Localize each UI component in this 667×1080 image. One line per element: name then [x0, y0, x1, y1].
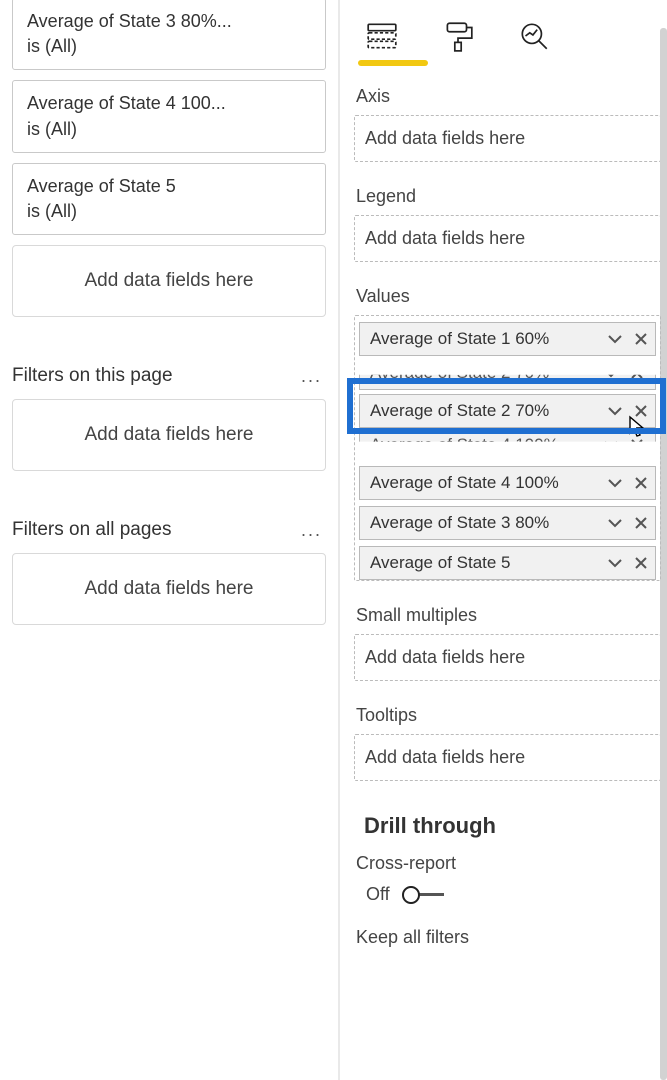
fields-icon	[365, 19, 399, 53]
legend-dropzone[interactable]: Add data fields here	[354, 215, 661, 262]
chevron-down-icon[interactable]	[607, 331, 623, 347]
scrollbar[interactable]	[660, 28, 667, 1080]
value-pill[interactable]: Average of State 1 60%	[359, 322, 656, 356]
value-pill-dragging[interactable]: Average of State 2 70%	[359, 394, 656, 428]
page-filters-header: Filters on this page ...	[12, 365, 326, 387]
cross-report-label: Cross-report	[356, 853, 661, 874]
visual-filter-dropzone[interactable]: Add data fields here	[12, 245, 326, 317]
legend-label: Legend	[356, 186, 661, 207]
viz-tab-strip	[354, 0, 661, 62]
filter-card-condition: is (All)	[27, 117, 311, 142]
filter-card[interactable]: Average of State 3 80%... is (All)	[12, 0, 326, 70]
cross-report-toggle[interactable]	[402, 886, 444, 904]
value-pill[interactable]: Average of State 3 80%	[359, 506, 656, 540]
chevron-down-icon[interactable]	[607, 403, 623, 419]
value-pill-label: Average of State 2 70%	[370, 401, 603, 421]
value-pill-ghost: Average of State 4 100%	[359, 428, 656, 462]
all-pages-filters-header: Filters on all pages ...	[12, 519, 326, 541]
keep-all-filters-label: Keep all filters	[356, 927, 661, 948]
filter-card-title: Average of State 3 80%...	[27, 9, 311, 34]
close-icon[interactable]	[633, 515, 649, 531]
value-pill-label: Average of State 4 100%	[370, 473, 603, 493]
filter-card-title: Average of State 4 100...	[27, 91, 311, 116]
values-well[interactable]: Average of State 1 60% Average of State …	[354, 315, 661, 581]
toggle-state-label: Off	[366, 884, 390, 905]
close-icon[interactable]	[633, 475, 649, 491]
more-icon[interactable]: ...	[301, 366, 326, 387]
value-pill-label: Average of State 5	[370, 553, 603, 573]
tab-format[interactable]	[438, 16, 478, 56]
filter-card-condition: is (All)	[27, 199, 311, 224]
tooltips-label: Tooltips	[356, 705, 661, 726]
chevron-down-icon[interactable]	[607, 475, 623, 491]
filters-pane: Average of State 3 80%... is (All) Avera…	[0, 0, 340, 1080]
axis-label: Axis	[356, 86, 661, 107]
close-icon[interactable]	[633, 403, 649, 419]
values-label: Values	[356, 286, 661, 307]
filter-card-title: Average of State 5	[27, 174, 311, 199]
tab-analytics[interactable]	[514, 16, 554, 56]
filter-card-condition: is (All)	[27, 34, 311, 59]
all-pages-filter-dropzone[interactable]: Add data fields here	[12, 553, 326, 625]
active-tab-indicator	[358, 60, 428, 66]
value-pill[interactable]: Average of State 5	[359, 546, 656, 580]
value-pill-label: Average of State 1 60%	[370, 329, 603, 349]
small-multiples-dropzone[interactable]: Add data fields here	[354, 634, 661, 681]
axis-dropzone[interactable]: Add data fields here	[354, 115, 661, 162]
close-icon[interactable]	[633, 555, 649, 571]
visualization-pane: Axis Add data fields here Legend Add dat…	[340, 0, 667, 1080]
paint-roller-icon	[441, 19, 475, 53]
filter-card[interactable]: Average of State 4 100... is (All)	[12, 80, 326, 152]
analytics-icon	[517, 19, 551, 53]
tab-fields[interactable]	[362, 16, 402, 56]
page-filters-label: Filters on this page	[12, 365, 173, 387]
small-multiples-label: Small multiples	[356, 605, 661, 626]
more-icon[interactable]: ...	[301, 520, 326, 541]
chevron-down-icon[interactable]	[607, 555, 623, 571]
page-filter-dropzone[interactable]: Add data fields here	[12, 399, 326, 471]
all-pages-filters-label: Filters on all pages	[12, 519, 171, 541]
filter-card[interactable]: Average of State 5 is (All)	[12, 163, 326, 235]
value-pill-ghost: Average of State 2 70%	[359, 356, 656, 390]
value-pill-label: Average of State 3 80%	[370, 513, 603, 533]
value-pill[interactable]: Average of State 4 100%	[359, 466, 656, 500]
close-icon[interactable]	[633, 331, 649, 347]
tooltips-dropzone[interactable]: Add data fields here	[354, 734, 661, 781]
drill-through-header: Drill through	[364, 813, 661, 839]
chevron-down-icon[interactable]	[607, 515, 623, 531]
